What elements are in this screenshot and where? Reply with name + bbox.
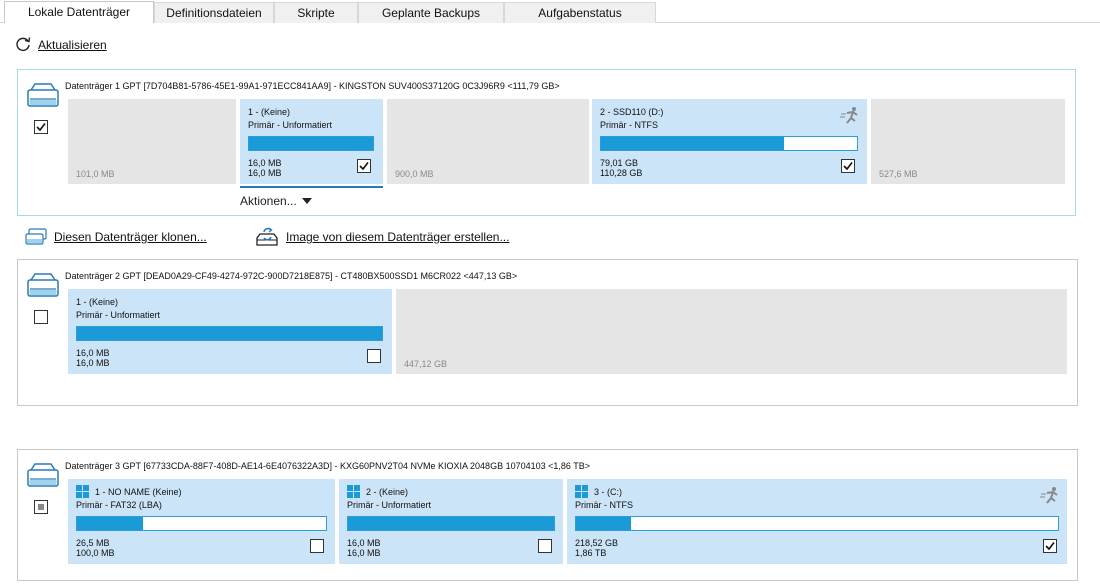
disk-1-partition-1[interactable]: 1 - (Keine) Primär - Unformatiert 16,0 M… [240,99,383,184]
disk-1-unallocated-3[interactable]: 527,6 MB [871,99,1065,184]
refresh-link[interactable]: Aktualisieren [14,36,107,54]
partition-size: 447,12 GB [404,359,448,369]
disk-2-unallocated-1[interactable]: 447,12 GB [396,289,1067,374]
partition-type: Primär - Unformatiert [347,500,432,510]
disk-1-partition-2[interactable]: 2 - SSD110 (D:) Primär - NTFS 79,01 GB 1… [592,99,867,184]
partition-name: 2 - SSD110 (D:) [600,107,664,117]
disk-3-checkbox[interactable] [34,500,48,514]
partition-type: Primär - NTFS [600,120,658,130]
partition-checkbox[interactable] [310,539,324,553]
disk-1-unallocated-1[interactable]: 101,0 MB [68,99,236,184]
partition-type: Primär - NTFS [575,500,633,510]
tab-definition-files[interactable]: Definitionsdateien [154,2,274,23]
partition-checkbox[interactable] [1043,539,1057,553]
disk-2-partition-1[interactable]: 1 - (Keine) Primär - Unformatiert 16,0 M… [68,289,392,374]
windows-icon [347,485,360,498]
selection-indicator [240,186,383,188]
partition-total: 16,0 MB [248,168,282,178]
partition-used: 16,0 MB [76,348,110,358]
disk-1-unallocated-2[interactable]: 900,0 MB [387,99,589,184]
partition-total: 110,28 GB [600,168,643,178]
partition-used: 218,52 GB [575,538,619,548]
dropdown-arrow-icon [301,198,312,204]
partition-name: 3 - (C:) [594,487,622,497]
disk-3-partition-3[interactable]: 3 - (C:) Primär - NTFS 218,52 GB 1,86 TB [567,479,1067,564]
disk-2-title: Datenträger 2 GPT [DEAD0A29-CF49-4274-97… [65,271,518,281]
usage-bar [347,516,555,531]
clone-disk-label: Diesen Datenträger klonen... [54,230,207,244]
disk-3-title: Datenträger 3 GPT [67733CDA-88F7-408D-AE… [65,461,590,471]
partition-total: 16,0 MB [347,548,381,558]
partition-total: 100,0 MB [76,548,115,558]
refresh-icon [14,35,32,56]
tab-local-disks[interactable]: Lokale Datenträger [4,1,154,23]
partition-name: 1 - (Keine) [76,297,119,307]
partition-total: 16,0 MB [76,358,110,368]
partition-name: 2 - (Keine) [366,487,409,497]
create-image-label: Image von diesem Datenträger erstellen..… [286,230,510,244]
tab-scheduled-backups[interactable]: Geplante Backups [358,2,504,23]
partition-type: Primär - FAT32 (LBA) [76,500,162,510]
windows-icon [575,485,588,498]
disk-2-panel[interactable]: Datenträger 2 GPT [DEAD0A29-CF49-4274-97… [17,259,1078,406]
partition-checkbox[interactable] [841,159,855,173]
usage-bar [76,516,327,531]
create-image-icon [256,227,278,246]
usage-bar [600,136,858,151]
create-image-link[interactable]: Image von diesem Datenträger erstellen..… [254,226,509,248]
disk-1-title: Datenträger 1 GPT [7D704B81-5786-45E1-99… [65,81,560,91]
partition-name: 1 - NO NAME (Keine) [95,487,182,497]
windows-icon [76,485,89,498]
partition-checkbox[interactable] [357,159,371,173]
disk-3-partition-1[interactable]: 1 - NO NAME (Keine) Primär - FAT32 (LBA)… [68,479,335,564]
partition-name: 1 - (Keine) [248,107,291,117]
disk-1-panel[interactable]: Datenträger 1 GPT [7D704B81-5786-45E1-99… [17,69,1076,216]
disk-3-partition-2[interactable]: 2 - (Keine) Primär - Unformatiert 16,0 M… [339,479,563,564]
partition-size: 527,6 MB [879,169,918,179]
disk-3-panel[interactable]: Datenträger 3 GPT [67733CDA-88F7-408D-AE… [17,449,1078,581]
tab-task-status[interactable]: Aufgabenstatus [504,2,656,23]
usage-bar [248,136,374,151]
partition-checkbox[interactable] [538,539,552,553]
disk-drive-icon [27,83,59,107]
refresh-label: Aktualisieren [38,38,107,52]
disk-2-checkbox[interactable] [34,310,48,324]
clone-disk-icon [25,228,47,245]
clone-disk-link[interactable]: Diesen Datenträger klonen... [24,227,207,247]
disk-1-checkbox[interactable] [34,120,48,134]
partition-type: Primär - Unformatiert [76,310,161,320]
actions-label: Aktionen... [240,194,297,208]
runner-icon [840,107,858,124]
partition-type: Primär - Unformatiert [248,120,333,130]
partition-size: 101,0 MB [76,169,115,179]
tab-scripts[interactable]: Skripte [274,2,358,23]
usage-bar [76,326,383,341]
usage-bar [575,516,1059,531]
partition-used: 16,0 MB [248,158,282,168]
actions-menu[interactable]: Aktionen... [240,194,312,208]
partition-used: 16,0 MB [347,538,381,548]
runner-icon [1040,487,1058,504]
partition-checkbox[interactable] [367,349,381,363]
partition-used: 26,5 MB [76,538,110,548]
partition-used: 79,01 GB [600,158,639,168]
tab-bar: Lokale Datenträger Definitionsdateien Sk… [0,0,1100,23]
disk-drive-icon [27,273,59,297]
partition-size: 900,0 MB [395,169,434,179]
partition-total: 1,86 TB [575,548,607,558]
disk-drive-icon [27,463,59,487]
